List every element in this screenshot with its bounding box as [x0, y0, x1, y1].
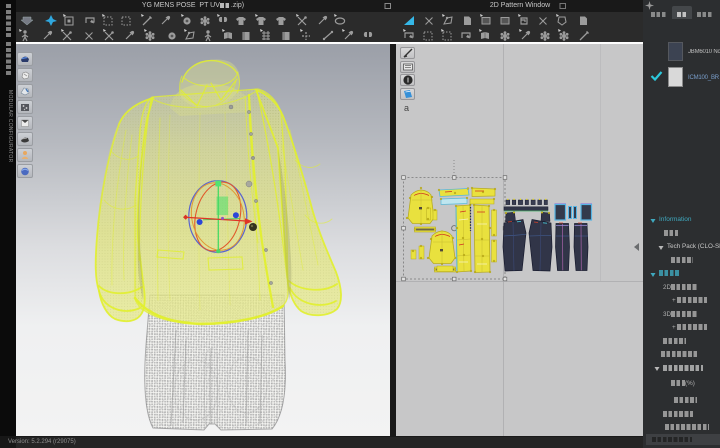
svg-text:a: a — [404, 103, 409, 113]
